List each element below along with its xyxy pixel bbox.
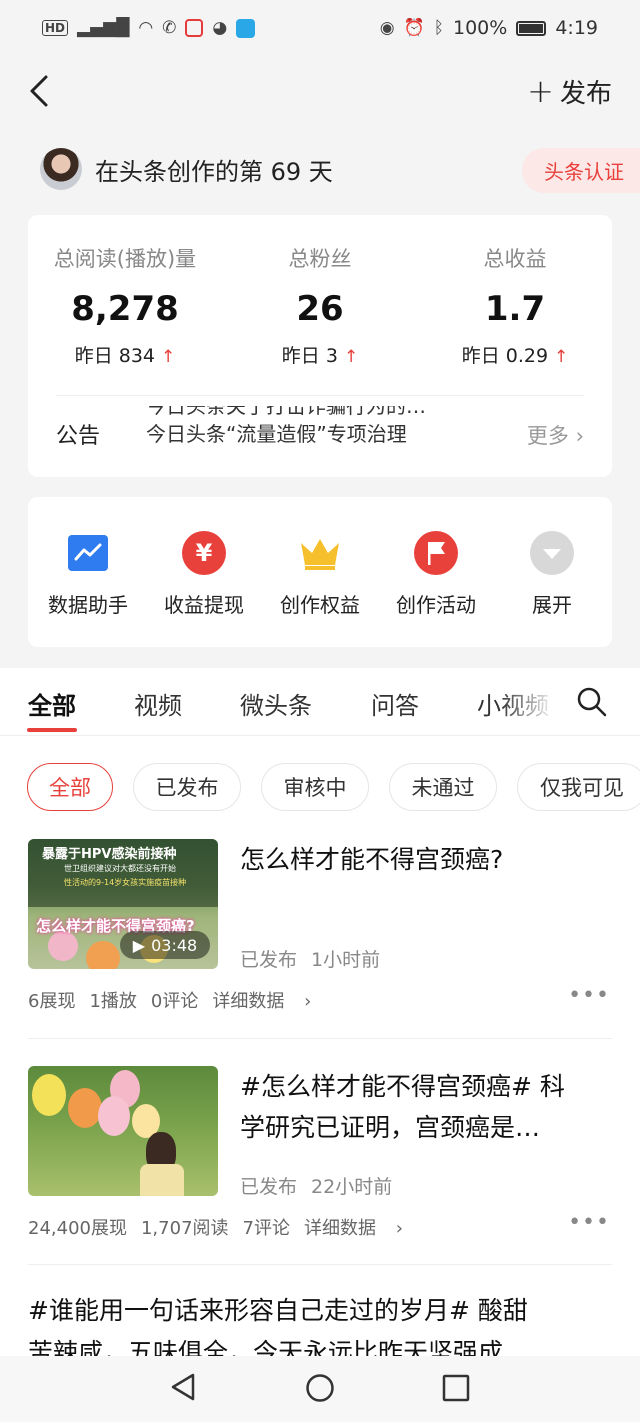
call-icon: ✆ bbox=[162, 18, 177, 38]
top-bar: + 发布 bbox=[0, 56, 640, 126]
expand-icon bbox=[530, 531, 574, 575]
hd-icon: HD bbox=[42, 20, 69, 36]
plus-icon: + bbox=[527, 72, 554, 110]
bluetooth-icon: ᛒ bbox=[433, 18, 444, 38]
filter-reviewing[interactable]: 审核中 bbox=[261, 763, 369, 811]
play-icon: ▶ bbox=[132, 935, 146, 955]
list-item[interactable]: 暴露于HPV感染前接种 世卫组织建议对大都还没有开始 性活动的9-14岁女孩实施… bbox=[28, 839, 612, 1019]
nav-home-icon[interactable] bbox=[305, 1373, 335, 1403]
tool-expand[interactable]: 展开 bbox=[492, 531, 612, 618]
more-options-icon[interactable]: ••• bbox=[568, 983, 610, 1008]
tool-benefits[interactable]: 创作权益 bbox=[260, 531, 380, 618]
detail-link[interactable]: 详细数据 › bbox=[304, 1218, 417, 1239]
nav-back-icon[interactable] bbox=[170, 1372, 196, 1402]
item-meta: 已发布 22小时前 bbox=[240, 1176, 393, 1198]
wifi-icon: ◠ bbox=[138, 18, 154, 38]
item-stats: 6展现 1播放 0评论 详细数据 › bbox=[28, 987, 339, 1013]
stat-total-fans[interactable]: 总粉丝 26 昨日 3 ↑ bbox=[225, 243, 415, 368]
signal-icon: ▂▄▆█ bbox=[77, 18, 130, 38]
chart-icon bbox=[66, 531, 110, 575]
up-arrow-icon: ↑ bbox=[343, 347, 359, 367]
announcement-ticker[interactable]: 今日头条关于打击诈骗行为的… 今日头条“流量造假”专项治理 bbox=[146, 406, 516, 452]
battery-percent: 100% bbox=[453, 17, 508, 39]
app-notification-icon bbox=[185, 19, 204, 37]
clock: 4:19 bbox=[555, 17, 598, 39]
stats-card: 总阅读(播放)量 8,278 昨日 834 ↑ 总粉丝 26 昨日 3 ↑ 总收益 … bbox=[28, 215, 612, 477]
status-bar: HD ▂▄▆█ ◠ ✆ ◕ ◉ ⏰ ᛒ 100% 4:19 bbox=[0, 0, 640, 56]
filter-all[interactable]: 全部 bbox=[27, 763, 113, 811]
tab-video[interactable]: 视频 bbox=[134, 686, 182, 721]
post-thumbnail[interactable] bbox=[28, 1066, 218, 1196]
tab-micro-post[interactable]: 微头条 bbox=[240, 686, 312, 721]
crown-icon bbox=[298, 531, 342, 575]
browser-icon: ◕ bbox=[212, 18, 228, 38]
list-item[interactable]: #谁能用一句话来形容自己走过的岁月# 酸甜 苦辣咸，五味俱全，今天永远比昨天坚强… bbox=[28, 1290, 612, 1356]
tab-qa[interactable]: 问答 bbox=[371, 686, 419, 721]
publish-button[interactable]: + 发布 bbox=[527, 72, 612, 110]
more-options-icon[interactable]: ••• bbox=[568, 1210, 610, 1235]
avatar[interactable] bbox=[40, 148, 82, 190]
svg-text:¥: ¥ bbox=[196, 539, 213, 567]
announcement-label: 公告 bbox=[56, 424, 101, 449]
back-arrow-icon[interactable] bbox=[28, 74, 52, 108]
tools-card: 数据助手 ¥ 收益提现 创作权益 创作活动 展开 bbox=[28, 497, 612, 647]
search-icon[interactable] bbox=[576, 686, 608, 718]
divider bbox=[28, 1038, 612, 1039]
tool-data-assistant[interactable]: 数据助手 bbox=[28, 531, 148, 618]
more-link[interactable]: 更多 › bbox=[527, 420, 584, 450]
yuan-icon: ¥ bbox=[182, 531, 226, 575]
verification-badge[interactable]: 头条认证 bbox=[522, 148, 640, 193]
video-duration: ▶ 03:48 bbox=[120, 931, 210, 959]
item-title[interactable]: #怎么样才能不得宫颈癌# 科 学研究已证明，宫颈癌是… bbox=[240, 1066, 565, 1148]
active-tab-indicator bbox=[27, 728, 77, 732]
item-title[interactable]: 怎么样才能不得宫颈癌? bbox=[240, 839, 503, 880]
item-meta: 已发布 1小时前 bbox=[240, 949, 381, 971]
stat-total-income[interactable]: 总收益 1.7 昨日 0.29 ↑ bbox=[420, 243, 610, 368]
up-arrow-icon: ↑ bbox=[554, 347, 569, 367]
up-arrow-icon: ↑ bbox=[161, 347, 176, 367]
filter-private[interactable]: 仅我可见 bbox=[517, 763, 640, 811]
filter-published[interactable]: 已发布 bbox=[133, 763, 241, 811]
alarm-icon: ⏰ bbox=[403, 18, 425, 38]
system-nav-bar bbox=[0, 1356, 640, 1422]
flag-icon bbox=[414, 531, 458, 575]
chevron-right-icon: › bbox=[575, 424, 584, 448]
item-title[interactable]: #谁能用一句话来形容自己走过的岁月# 酸甜 苦辣咸，五味俱全，今天永远比昨天坚强… bbox=[28, 1290, 612, 1356]
detail-link[interactable]: 详细数据 › bbox=[212, 991, 325, 1012]
chevron-right-icon: › bbox=[395, 1218, 403, 1239]
nav-recents-icon[interactable] bbox=[442, 1374, 470, 1402]
stat-total-reads[interactable]: 总阅读(播放)量 8,278 昨日 834 ↑ bbox=[30, 243, 220, 368]
filter-rejected[interactable]: 未通过 bbox=[389, 763, 497, 811]
profile-row: 在头条创作的第 69 天 头条认证 bbox=[40, 146, 640, 193]
divider bbox=[28, 1264, 612, 1265]
creation-days: 在头条创作的第 69 天 bbox=[95, 157, 333, 186]
item-stats: 24,400展现 1,707阅读 7评论 详细数据 › bbox=[28, 1214, 431, 1240]
video-thumbnail[interactable]: 暴露于HPV感染前接种 世卫组织建议对大都还没有开始 性活动的9-14岁女孩实施… bbox=[28, 839, 218, 969]
search-app-icon bbox=[236, 18, 256, 38]
tab-fade bbox=[500, 670, 570, 730]
chevron-right-icon: › bbox=[304, 991, 312, 1012]
announcement-bar[interactable]: 公告 今日头条关于打击诈骗行为的… 今日头条“流量造假”专项治理 更多 › bbox=[56, 395, 584, 465]
tool-withdraw[interactable]: ¥ 收益提现 bbox=[144, 531, 264, 618]
eye-icon: ◉ bbox=[379, 18, 395, 38]
list-item[interactable]: #怎么样才能不得宫颈癌# 科 学研究已证明，宫颈癌是… 已发布 22小时前 24,… bbox=[28, 1066, 612, 1246]
tool-activities[interactable]: 创作活动 bbox=[376, 531, 496, 618]
battery-icon bbox=[516, 20, 547, 36]
tab-all[interactable]: 全部 bbox=[28, 686, 76, 721]
